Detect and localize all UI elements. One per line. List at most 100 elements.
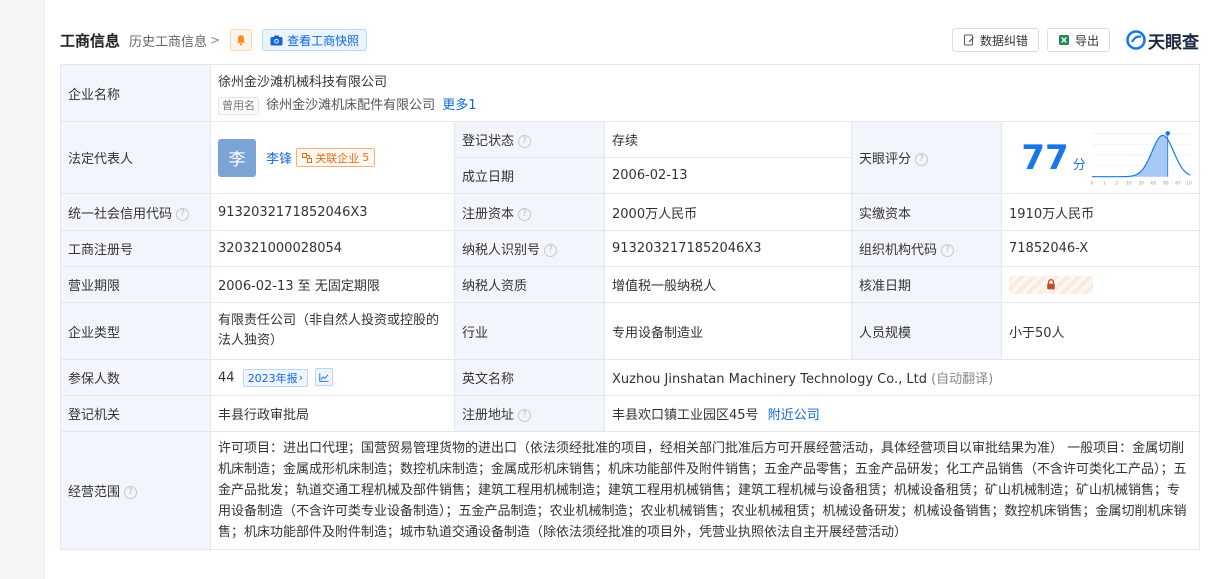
score-axis-tick: 97 (1175, 180, 1181, 186)
company-name: 徐州金沙滩机械科技有限公司 (218, 75, 388, 90)
tianyancha-logo-icon (1126, 30, 1146, 50)
reg-number-value: 320321000028054 (210, 230, 455, 267)
help-icon[interactable]: ? (518, 207, 532, 221)
org-code-value: 71852046-X (1000, 230, 1201, 267)
reg-address-cell: 丰县欢口镇工业园区45号 附近公司 (603, 395, 1201, 432)
history-info-link[interactable]: 历史工商信息 > (129, 31, 220, 50)
lock-icon (1047, 279, 1055, 290)
score-axis-tick: 3 (1115, 180, 1118, 186)
view-snapshot-button[interactable]: 查看工商快照 (262, 29, 368, 51)
reg-capital-label: 注册资本? (454, 193, 605, 231)
left-sidebar (0, 0, 45, 579)
staff-size-value: 小于50人 (1000, 302, 1201, 360)
reg-address-value: 丰县欢口镇工业园区45号 (612, 408, 759, 423)
former-name: 徐州金沙滩机床配件有限公司 (266, 98, 436, 113)
data-correction-button[interactable]: 数据纠错 (951, 28, 1039, 52)
credit-code-label: 统一社会信用代码? (60, 193, 211, 231)
scope-label: 经营范围? (60, 431, 211, 550)
industry-value: 专用设备制造业 (604, 302, 852, 360)
table-row: 企业类型 有限责任公司（非自然人投资或控股的法人独资） 行业 专用设备制造业 人… (60, 302, 1201, 360)
excel-icon (1058, 35, 1069, 45)
taxpayer-qual-value: 增值税一般纳税人 (604, 266, 852, 303)
legal-rep-name-link[interactable]: 李锋 (266, 152, 292, 167)
header-tools: 数据纠错 导出 天眼查 (951, 28, 1199, 53)
company-name-label: 企业名称 (60, 64, 211, 122)
company-name-cell: 徐州金沙滩机械科技有限公司 曾用名 徐州金沙滩机床配件有限公司 更多1 (209, 64, 1201, 122)
trend-chart-icon[interactable] (315, 368, 334, 387)
taxpayer-id-label: 纳税人识别号? (454, 230, 605, 267)
former-name-more-link[interactable]: 更多1 (442, 98, 476, 113)
help-icon[interactable]: ? (124, 486, 138, 499)
company-type-label: 企业类型 (60, 302, 211, 360)
legal-rep-label: 法定代表人 (60, 121, 211, 194)
annual-report-tag[interactable]: 2023年报 › (242, 368, 309, 387)
scope-label-text: 经营范围 (68, 485, 121, 500)
tianyancha-logo: 天眼查 (1126, 28, 1199, 53)
annual-report-label: 2023年报 (247, 371, 298, 385)
table-row: 企业名称 徐州金沙滩机械科技有限公司 曾用名 徐州金沙滩机床配件有限公司 更多1 (60, 64, 1201, 122)
company-type-value: 有限责任公司（非自然人投资或控股的法人独资） (210, 302, 455, 360)
paid-capital-value: 1910万人民币 (1000, 193, 1201, 231)
nearby-companies-link[interactable]: 附近公司 (768, 408, 820, 423)
help-icon[interactable]: ? (941, 244, 955, 257)
industry-label: 行业 (454, 302, 605, 360)
help-icon[interactable]: ? (176, 207, 190, 221)
table-row: 参保人数 44 2023年报 › 英文名称 Xuzhou Jinshatan Ma… (60, 359, 1201, 396)
chevron-right-icon: > (210, 33, 221, 47)
reg-address-label: 注册地址? (454, 395, 605, 432)
reg-authority-label: 登记机关 (60, 395, 211, 432)
business-info-table: 企业名称 徐州金沙滩机械科技有限公司 曾用名 徐州金沙滩机床配件有限公司 更多1… (60, 64, 1201, 550)
register-status-value: 存续 (604, 121, 852, 158)
paid-capital-label: 实缴资本 (851, 193, 1002, 231)
score-axis-tick: 0 (1090, 180, 1093, 186)
former-name-row: 曾用名 徐州金沙滩机床配件有限公司 更多1 (218, 94, 1192, 115)
table-row: 营业期限 2006-02-13 至 无固定期限 纳税人资质 增值税一般纳税人 核… (60, 266, 1201, 303)
found-date-label: 成立日期 (454, 157, 605, 194)
score-axis-tick: 1 (1103, 180, 1106, 186)
bell-icon[interactable] (230, 29, 253, 51)
avatar[interactable]: 李 (218, 138, 256, 177)
section-title: 工商信息 (60, 31, 121, 50)
help-icon[interactable]: ? (518, 135, 532, 148)
score-display: 77 分 (1009, 138, 1085, 178)
reg-capital-value: 2000万人民币 (604, 193, 852, 231)
taxpayer-qual-label: 纳税人资质 (454, 266, 605, 303)
related-companies-count: 5 (362, 151, 370, 164)
link-icon (302, 152, 313, 163)
related-companies-tag[interactable]: 关联企业 5 (296, 148, 376, 167)
insured-label: 参保人数 (60, 359, 211, 396)
taxpayer-id-label-text: 纳税人识别号 (462, 243, 541, 258)
help-icon[interactable]: ? (544, 244, 558, 257)
scope-value: 许可项目：进出口代理；国营贸易管理货物的进出口（依法须经批准的项目，经相关部门批… (209, 431, 1201, 550)
table-row: 经营范围? 许可项目：进出口代理；国营贸易管理货物的进出口（依法须经批准的项目，… (60, 431, 1201, 550)
tianyan-score-label: 天眼评分? (851, 121, 1002, 194)
export-label: 导出 (1074, 33, 1099, 48)
table-row: 工商注册号 320321000028054 纳税人识别号? 9132032171… (60, 230, 1201, 267)
english-name-cell: Xuzhou Jinshatan Machinery Technology Co… (603, 359, 1201, 396)
found-date-value: 2006-02-13 (604, 157, 852, 194)
auto-translate-note: (自动翻译) (931, 372, 994, 387)
tianyan-score-cell[interactable]: 77 分 0 1 3 10 30 60 80 97 100 (1000, 121, 1201, 194)
former-name-tag: 曾用名 (218, 97, 259, 115)
edit-doc-icon (963, 34, 974, 46)
score-distribution-chart: 0 1 3 10 30 60 80 97 100 (1090, 130, 1192, 186)
locked-value[interactable] (1009, 275, 1093, 294)
insured-cell: 44 2023年报 › (210, 359, 455, 396)
staff-size-label: 人员规模 (851, 302, 1002, 360)
english-name-label: 英文名称 (454, 359, 605, 396)
score-axis-tick: 80 (1163, 180, 1169, 186)
english-name-value: Xuzhou Jinshatan Machinery Technology Co… (612, 372, 927, 387)
register-status-label: 登记状态? (454, 121, 605, 158)
help-icon[interactable]: ? (915, 153, 929, 166)
reg-authority-value: 丰县行政审批局 (210, 395, 455, 432)
camera-icon (270, 35, 283, 45)
approve-date-label: 核准日期 (851, 266, 1002, 303)
help-icon[interactable]: ? (518, 409, 532, 422)
table-row: 登记机关 丰县行政审批局 注册地址? 丰县欢口镇工业园区45号 附近公司 (60, 395, 1201, 432)
credit-code-label-text: 统一社会信用代码 (68, 206, 173, 222)
credit-code-value: 9132032171852046X3 (210, 193, 455, 231)
table-row: 统一社会信用代码? 9132032171852046X3 注册资本? 2000万… (60, 193, 1201, 231)
export-button[interactable]: 导出 (1046, 28, 1110, 52)
chevron-right-icon: › (298, 371, 304, 385)
biz-term-value: 2006-02-13 至 无固定期限 (210, 266, 455, 303)
